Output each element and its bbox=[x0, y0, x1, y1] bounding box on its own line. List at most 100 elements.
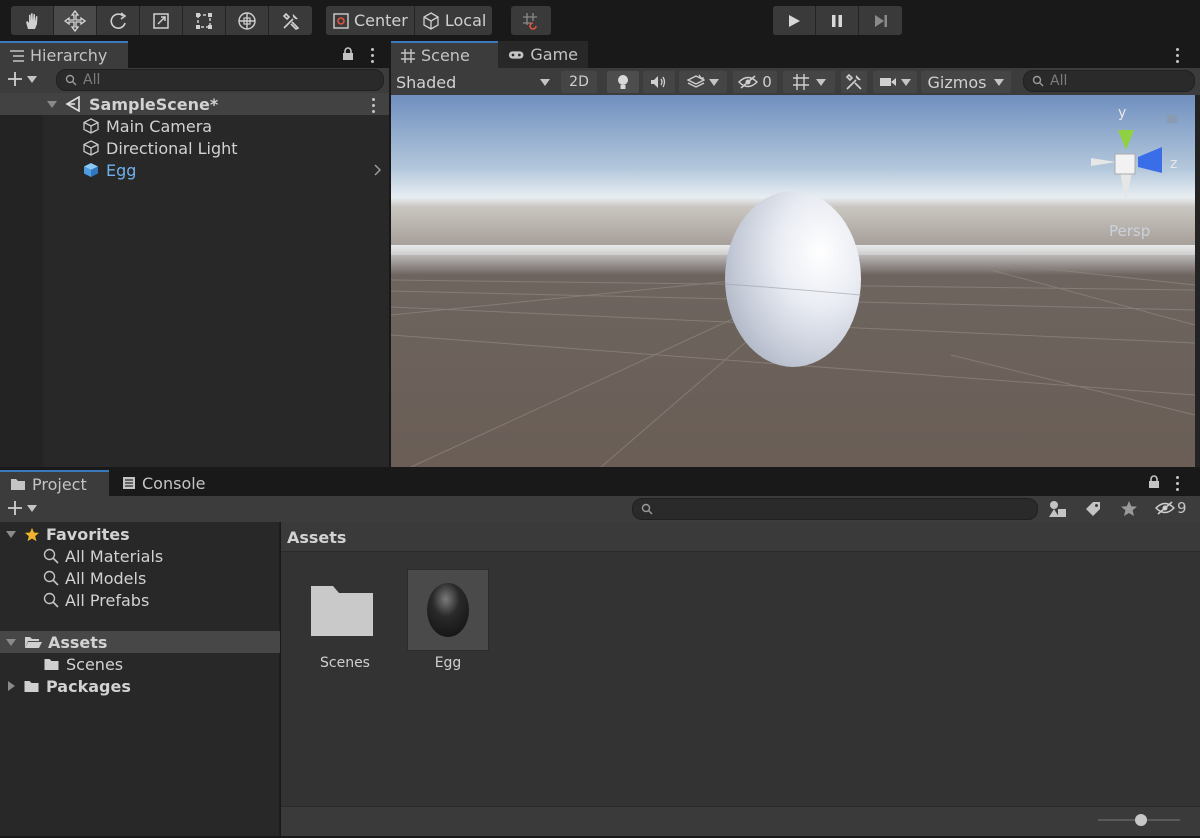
step-button[interactable] bbox=[859, 6, 902, 35]
custom-tool-icon bbox=[282, 12, 299, 30]
gameobject-cube-icon bbox=[83, 140, 99, 156]
packages-folder-label: Packages bbox=[46, 676, 131, 696]
gamepad-icon bbox=[508, 50, 524, 59]
grid-visibility-dropdown[interactable] bbox=[783, 71, 835, 93]
zoom-slider-handle[interactable] bbox=[1135, 814, 1147, 826]
projection-label[interactable]: Persp bbox=[1109, 222, 1150, 240]
play-button[interactable] bbox=[773, 6, 816, 35]
hierarchy-tree: SampleScene* Main Camera Directional Lig… bbox=[0, 93, 389, 467]
lock-icon[interactable] bbox=[1148, 475, 1160, 489]
rect-tool-button[interactable] bbox=[183, 6, 226, 35]
lock-icon[interactable] bbox=[342, 47, 354, 61]
local-space-icon bbox=[423, 11, 439, 30]
tab-console-label: Console bbox=[142, 473, 206, 493]
expand-arrow-icon bbox=[47, 100, 57, 108]
favorite-item-label: All Prefabs bbox=[65, 590, 150, 610]
favorite-item[interactable]: All Models bbox=[0, 567, 280, 589]
star-icon[interactable] bbox=[1120, 500, 1138, 517]
egg-object[interactable] bbox=[725, 191, 861, 367]
asset-model-egg[interactable] bbox=[407, 569, 489, 651]
create-dropdown[interactable] bbox=[7, 71, 37, 87]
pivot-icon bbox=[333, 12, 349, 29]
packages-folder-row[interactable]: Packages bbox=[0, 675, 280, 697]
hierarchy-item[interactable]: Directional Light bbox=[0, 137, 389, 159]
gizmos-dropdown[interactable]: Gizmos bbox=[921, 71, 1011, 93]
folder-item-label: Scenes bbox=[66, 654, 124, 674]
scene-search-input[interactable]: All bbox=[1023, 70, 1195, 92]
playback-controls bbox=[773, 6, 902, 35]
scene-viewport[interactable]: y z Persp bbox=[391, 95, 1195, 467]
pivot-local-button[interactable]: Local bbox=[414, 6, 493, 35]
project-tabbar: Project Console bbox=[0, 470, 1200, 496]
tab-scene[interactable]: Scene bbox=[391, 41, 498, 68]
favorite-item[interactable]: All Materials bbox=[0, 545, 280, 567]
pivot-center-button[interactable]: Center bbox=[326, 6, 415, 35]
unity-scene-icon bbox=[65, 96, 80, 112]
effects-layers-icon bbox=[687, 74, 705, 88]
scene-menu-kebab-icon[interactable] bbox=[1172, 48, 1182, 63]
grid-snap-button[interactable] bbox=[511, 6, 551, 35]
grid-snap-icon bbox=[523, 12, 537, 30]
pivot-controls: Center Local bbox=[326, 6, 493, 35]
gizmo-lock-icon[interactable] bbox=[1167, 115, 1177, 123]
scene-name: SampleScene* bbox=[89, 94, 219, 114]
chevron-down-icon bbox=[709, 78, 719, 86]
scale-tool-button[interactable] bbox=[140, 6, 183, 35]
label-tag-icon[interactable] bbox=[1084, 501, 1102, 517]
asset-folder-scenes[interactable] bbox=[307, 580, 383, 650]
hierarchy-item[interactable]: Main Camera bbox=[0, 115, 389, 137]
folder-item[interactable]: Scenes bbox=[0, 653, 280, 675]
create-asset-dropdown[interactable] bbox=[7, 500, 37, 516]
2d-toggle-button[interactable]: 2D bbox=[561, 71, 597, 93]
search-icon bbox=[1032, 75, 1044, 87]
tab-project[interactable]: Project bbox=[0, 470, 109, 496]
scene-menu-kebab-icon[interactable] bbox=[368, 98, 378, 113]
custom-tool-button[interactable] bbox=[269, 6, 312, 35]
gameobject-cube-icon bbox=[83, 118, 99, 134]
project-menu-kebab-icon[interactable] bbox=[1172, 476, 1182, 491]
hidden-objects-toggle[interactable]: 0 bbox=[733, 71, 777, 93]
snap-controls bbox=[511, 6, 551, 35]
effects-dropdown[interactable] bbox=[679, 71, 727, 93]
assets-folder-label: Assets bbox=[48, 632, 108, 652]
favorites-row[interactable]: Favorites bbox=[0, 523, 280, 545]
hierarchy-menu-kebab-icon[interactable] bbox=[367, 48, 377, 63]
tools-toggle-button[interactable] bbox=[841, 71, 867, 93]
assets-folder-row[interactable]: Assets bbox=[0, 631, 280, 653]
hierarchy-search-input[interactable]: All bbox=[56, 69, 384, 91]
chevron-down-icon bbox=[901, 78, 911, 86]
hidden-packages-toggle[interactable]: 9 bbox=[1155, 499, 1187, 517]
expand-arrow-icon bbox=[6, 638, 16, 646]
collapsed-arrow-icon bbox=[8, 681, 15, 691]
scene-row[interactable]: SampleScene* bbox=[0, 93, 389, 115]
hierarchy-toolbar: All bbox=[0, 68, 389, 93]
project-search-input[interactable] bbox=[632, 498, 1038, 520]
transform-tool-button[interactable] bbox=[226, 6, 269, 35]
hierarchy-item[interactable]: Egg bbox=[0, 159, 389, 181]
rotate-tool-button[interactable] bbox=[97, 6, 140, 35]
breadcrumb: Assets bbox=[281, 522, 1200, 552]
chevron-down-icon bbox=[816, 78, 826, 86]
tab-hierarchy[interactable]: Hierarchy bbox=[0, 41, 128, 68]
search-by-type-icon[interactable] bbox=[1048, 500, 1068, 518]
lighting-toggle-button[interactable] bbox=[607, 71, 639, 93]
hand-icon bbox=[26, 12, 38, 29]
tab-console[interactable]: Console bbox=[112, 470, 222, 496]
move-icon bbox=[64, 9, 86, 32]
shading-mode-dropdown[interactable]: Shaded bbox=[396, 71, 550, 93]
tab-game[interactable]: Game bbox=[498, 41, 588, 68]
camera-settings-dropdown[interactable] bbox=[873, 71, 917, 93]
search-icon bbox=[43, 592, 59, 608]
hierarchy-item-label: Egg bbox=[106, 160, 137, 180]
hidden-count: 0 bbox=[762, 73, 772, 91]
gizmos-label: Gizmos bbox=[927, 72, 987, 92]
breadcrumb-assets[interactable]: Assets bbox=[287, 528, 346, 547]
favorite-item[interactable]: All Prefabs bbox=[0, 589, 280, 611]
audio-toggle-button[interactable] bbox=[643, 71, 675, 93]
chevron-right-icon[interactable] bbox=[374, 164, 382, 176]
hand-tool-button[interactable] bbox=[11, 6, 54, 35]
move-tool-button[interactable] bbox=[54, 6, 97, 35]
tab-game-label: Game bbox=[530, 45, 578, 64]
search-icon bbox=[43, 548, 59, 564]
pause-button[interactable] bbox=[816, 6, 859, 35]
